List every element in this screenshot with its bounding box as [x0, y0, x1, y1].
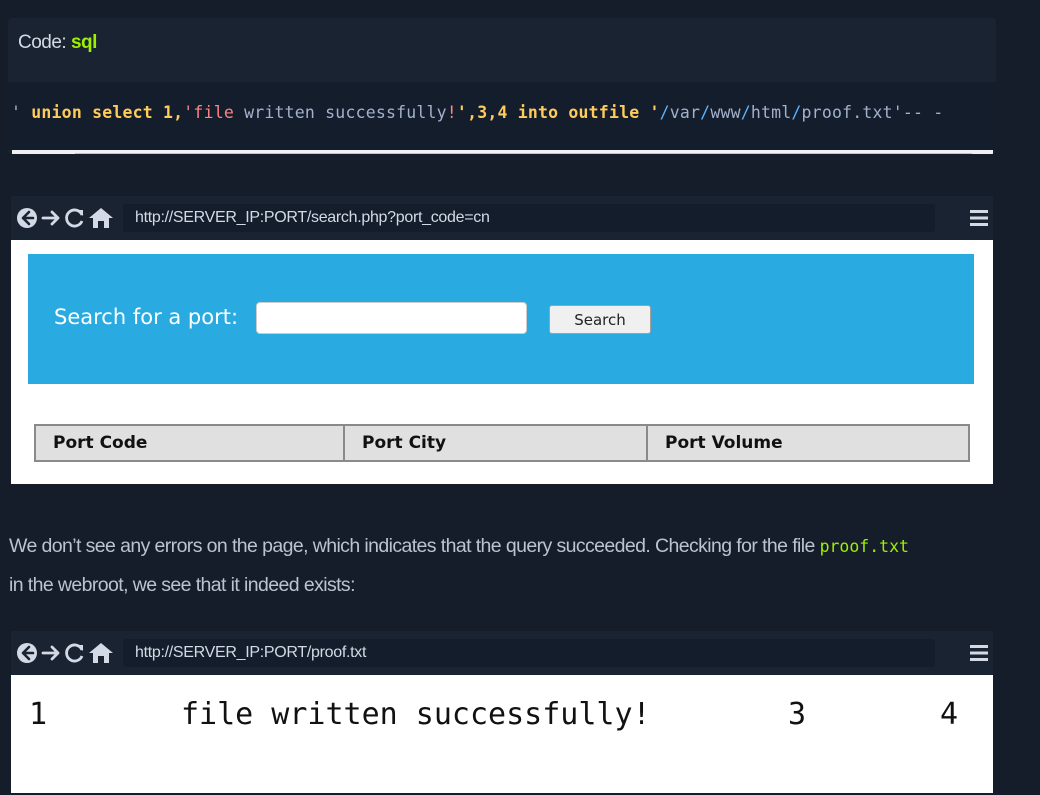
back-icon[interactable] — [16, 207, 38, 229]
code-language: sql — [70, 32, 97, 53]
home-icon[interactable] — [88, 641, 114, 665]
code-block: Code: sql ' union select 1,'file written… — [8, 18, 996, 154]
horizontal-scrollbar[interactable]: ◀ ▶ — [12, 150, 993, 154]
search-button[interactable]: Search — [549, 305, 651, 334]
code-line: ' union select 1,'file written successfu… — [11, 103, 944, 122]
column-header-port-code: Port Code — [34, 424, 345, 462]
code-header: Code: sql — [8, 18, 996, 64]
search-input[interactable] — [256, 302, 527, 334]
search-label: Search for a port: — [54, 305, 239, 329]
back-icon[interactable] — [16, 642, 38, 664]
reload-icon[interactable] — [64, 207, 86, 229]
browser-window-search: http://SERVER_IP:PORT/search.php?port_co… — [11, 196, 993, 484]
proof-value-3: 3 — [788, 697, 807, 732]
search-panel: Search for a port: Search — [28, 254, 974, 384]
address-bar[interactable]: http://SERVER_IP:PORT/search.php?port_co… — [123, 204, 935, 232]
proof-value-1: 1 — [29, 697, 48, 732]
proof-value-message: file written successfully! — [181, 697, 651, 732]
browser-toolbar: http://SERVER_IP:PORT/search.php?port_co… — [11, 196, 993, 240]
forward-icon[interactable] — [40, 642, 62, 664]
home-icon[interactable] — [88, 206, 114, 230]
proof-file-content: 1 file written successfully! 3 4 — [11, 675, 993, 793]
code-body[interactable]: ' union select 1,'file written successfu… — [8, 82, 996, 150]
hamburger-menu-icon[interactable] — [969, 209, 989, 227]
forward-icon[interactable] — [40, 207, 62, 229]
scrollbar-thumb[interactable] — [75, 153, 972, 154]
paragraph-line-1: We don’t see any errors on the page, whi… — [9, 535, 909, 557]
address-bar[interactable]: http://SERVER_IP:PORT/proof.txt — [123, 639, 935, 667]
column-header-port-city: Port City — [343, 424, 648, 462]
inline-code-proof-txt: proof.txt — [819, 537, 909, 556]
browser-toolbar: http://SERVER_IP:PORT/proof.txt — [11, 631, 993, 675]
port-table: Port Code Port City Port Volume — [34, 424, 970, 462]
code-label: Code: — [18, 32, 67, 53]
paragraph-line-2: in the webroot, we see that it indeed ex… — [9, 574, 355, 596]
hamburger-menu-icon[interactable] — [969, 644, 989, 662]
proof-value-4: 4 — [940, 697, 959, 732]
reload-icon[interactable] — [64, 642, 86, 664]
browser-window-proof: http://SERVER_IP:PORT/proof.txt 1 file w… — [11, 631, 993, 793]
column-header-port-volume: Port Volume — [646, 424, 970, 462]
